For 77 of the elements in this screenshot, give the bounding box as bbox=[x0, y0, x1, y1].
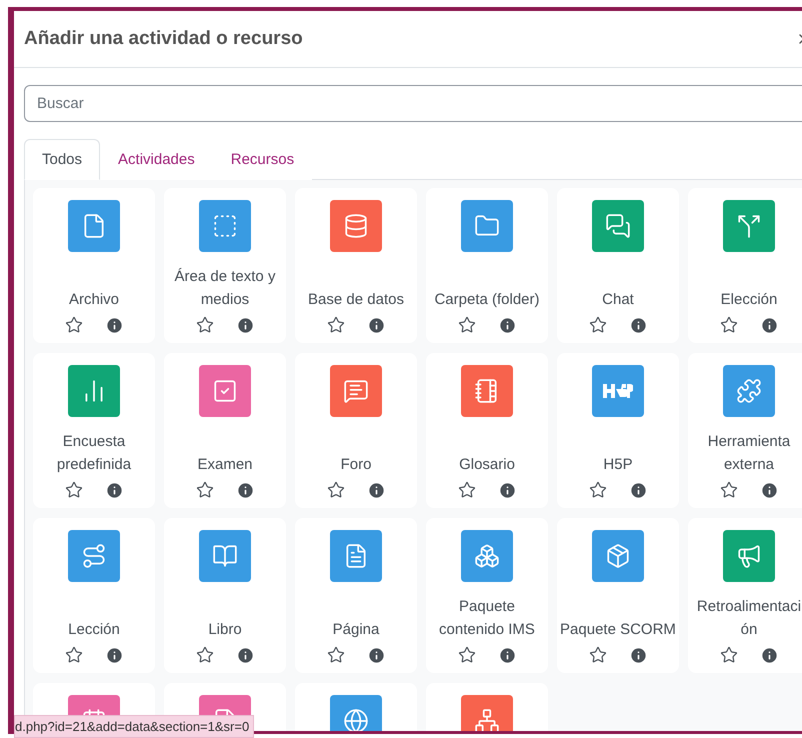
info-icon[interactable] bbox=[498, 646, 516, 665]
activity-name: Elección bbox=[720, 290, 778, 310]
activity-card[interactable]: Paquete SCORM bbox=[557, 518, 679, 673]
activity-card[interactable]: Lección bbox=[33, 518, 155, 673]
star-icon[interactable] bbox=[720, 481, 738, 500]
star-icon[interactable] bbox=[64, 646, 82, 665]
info-icon[interactable] bbox=[366, 646, 386, 665]
star-icon[interactable] bbox=[588, 481, 606, 500]
activity-name: Encuesta predefinida bbox=[56, 432, 132, 475]
info-icon[interactable] bbox=[628, 481, 648, 500]
info-icon[interactable] bbox=[498, 316, 516, 335]
activity-card[interactable]: Archivo bbox=[33, 188, 155, 343]
info-icon[interactable] bbox=[628, 646, 648, 665]
activity-name: Base de datos bbox=[307, 290, 405, 310]
star-icon[interactable] bbox=[64, 481, 82, 500]
activity-card[interactable]: Libro bbox=[164, 518, 286, 673]
activity-name: Área de texto y medios bbox=[174, 267, 276, 310]
activity-name: Herramienta externa bbox=[706, 432, 792, 475]
search-field[interactable]: Buscar bbox=[24, 85, 802, 122]
dialog-title: Añadir una actividad o recurso bbox=[24, 28, 303, 50]
activity-name: Carpeta (folder) bbox=[433, 290, 541, 310]
star-icon[interactable] bbox=[458, 646, 476, 665]
star-icon[interactable] bbox=[458, 481, 476, 500]
star-icon[interactable] bbox=[326, 316, 344, 335]
star-icon[interactable] bbox=[720, 646, 738, 665]
info-icon[interactable] bbox=[628, 316, 648, 335]
activity-name: Lección bbox=[67, 620, 121, 640]
star-icon[interactable] bbox=[588, 646, 606, 665]
star-icon[interactable] bbox=[196, 316, 214, 335]
tab[interactable]: Todos bbox=[24, 139, 100, 180]
activity-card[interactable]: Herramienta externa bbox=[688, 353, 802, 508]
activity-card[interactable]: Página bbox=[295, 518, 417, 673]
star-icon[interactable] bbox=[326, 646, 344, 665]
activity-card[interactable]: Encuesta predefinida bbox=[33, 353, 155, 508]
activity-card[interactable]: H5P bbox=[557, 353, 679, 508]
star-icon[interactable] bbox=[588, 316, 606, 335]
star-icon[interactable] bbox=[196, 646, 214, 665]
activity-name: Página bbox=[332, 620, 380, 640]
activity-name: Paquete SCORM bbox=[559, 620, 677, 640]
activity-name: Chat bbox=[601, 290, 635, 310]
activity-card[interactable]: Paquete contenido IMS bbox=[426, 518, 548, 673]
activity-name: Examen bbox=[196, 455, 254, 475]
activity-card[interactable]: Examen bbox=[164, 353, 286, 508]
star-icon[interactable] bbox=[196, 481, 214, 500]
activity-name: Archivo bbox=[68, 290, 120, 310]
info-icon[interactable] bbox=[760, 481, 778, 500]
info-icon[interactable] bbox=[104, 481, 124, 500]
activity-name: Glosario bbox=[458, 455, 516, 475]
info-icon[interactable] bbox=[236, 646, 254, 665]
activity-name: Retroalimentaci ón bbox=[696, 597, 802, 640]
info-icon[interactable] bbox=[104, 646, 124, 665]
activity-card[interactable]: Glosario bbox=[426, 353, 548, 508]
activity-card[interactable]: Chat bbox=[557, 188, 679, 343]
logo-icon bbox=[603, 383, 633, 399]
activity-card[interactable]: Elección bbox=[688, 188, 802, 343]
info-icon[interactable] bbox=[498, 481, 516, 500]
activity-card[interactable]: Foro bbox=[295, 353, 417, 508]
star-icon[interactable] bbox=[326, 481, 344, 500]
info-icon[interactable] bbox=[236, 316, 254, 335]
info-icon[interactable] bbox=[760, 646, 778, 665]
info-icon[interactable] bbox=[104, 316, 124, 335]
activity-name: H5P bbox=[602, 455, 634, 475]
activity-card[interactable]: Base de datos bbox=[295, 188, 417, 343]
info-icon[interactable] bbox=[760, 316, 778, 335]
star-icon[interactable] bbox=[720, 316, 738, 335]
activity-card[interactable]: Carpeta (folder) bbox=[426, 188, 548, 343]
info-icon[interactable] bbox=[366, 481, 386, 500]
info-icon[interactable] bbox=[236, 481, 254, 500]
star-icon[interactable] bbox=[64, 316, 82, 335]
activity-name: Foro bbox=[340, 455, 372, 475]
activity-name: Paquete contenido IMS bbox=[438, 597, 536, 640]
activity-card[interactable]: Área de texto y medios bbox=[164, 188, 286, 343]
link-url-tooltip: d.php?id=21&add=data&section=1&sr=0 bbox=[14, 715, 254, 738]
info-icon[interactable] bbox=[366, 316, 386, 335]
star-icon[interactable] bbox=[458, 316, 476, 335]
activity-card[interactable]: Retroalimentaci ón bbox=[688, 518, 802, 673]
activity-name: Libro bbox=[207, 620, 243, 640]
